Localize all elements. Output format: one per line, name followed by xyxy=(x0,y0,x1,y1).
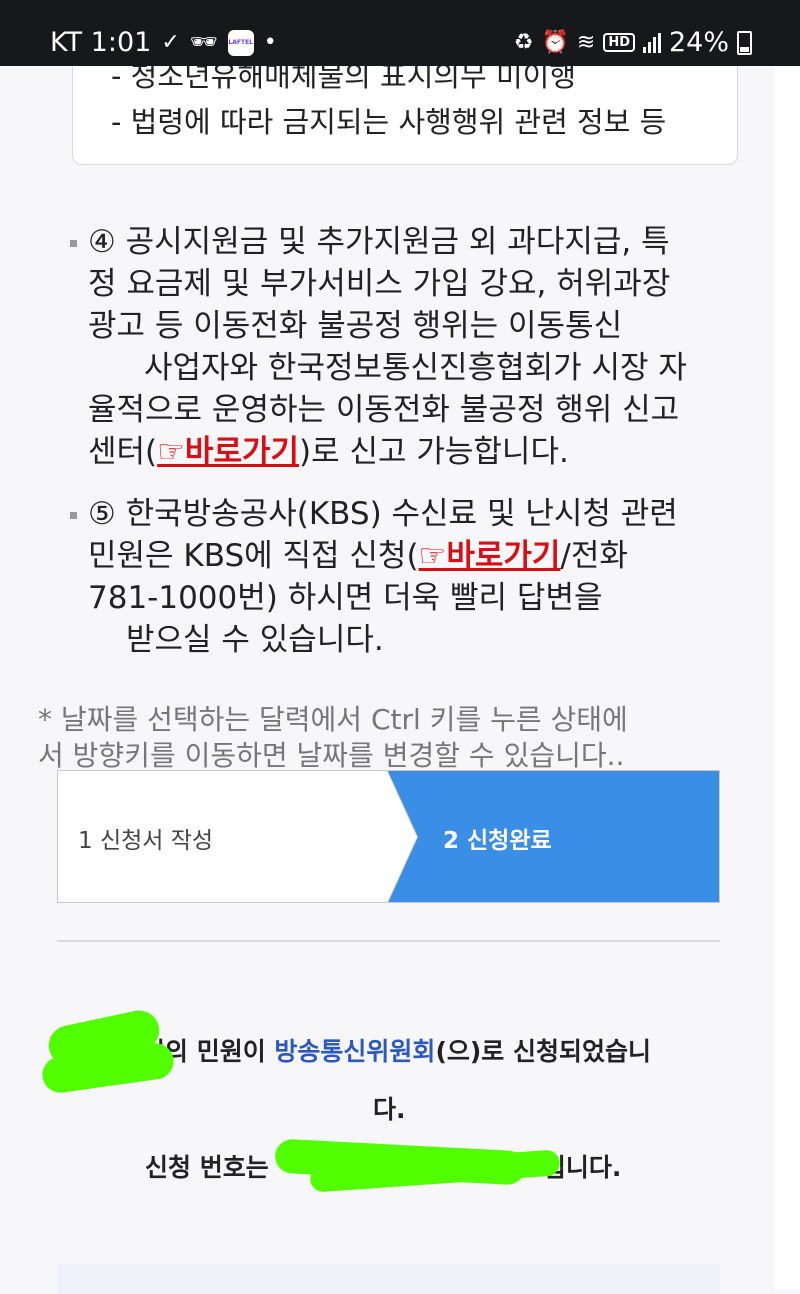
check-download-icon: ✓ xyxy=(161,29,180,55)
wifi-icon: ≋ xyxy=(576,29,596,55)
progress-steps: 1 신청서 작성 2 신청완료 xyxy=(57,770,720,903)
report-center-link[interactable]: ☞바로가기 xyxy=(157,434,299,470)
alarm-icon: ⏰ xyxy=(541,29,569,55)
bottom-panel xyxy=(57,1264,720,1294)
kbs-link[interactable]: ☞바로가기 xyxy=(419,538,561,574)
result-line-2: 다. xyxy=(373,1095,406,1124)
notice-5-line-2-prefix: 민원은 KBS에 직접 신청( xyxy=(88,538,419,574)
status-bar-right: ♻ ⏰ ≋ HD 24% xyxy=(514,27,752,58)
laftel-app-icon: LAFTEL xyxy=(227,29,254,56)
carrier-time: KT 1:01 xyxy=(50,27,152,58)
scroll-edge xyxy=(775,66,800,1289)
notice-4-line-4: 사업자와 한국정보통신진흥협회가 시장 자 xyxy=(144,350,687,386)
bullet-icon xyxy=(70,240,77,247)
notice-5-line-4: 받으실 수 있습니다. xyxy=(126,622,384,658)
notice-5-line-2-suffix: /전화 xyxy=(560,538,628,574)
notice-4-line-6-suffix: )로 신고 가능합니다. xyxy=(299,434,569,470)
result-line-1-suffix: (으)로 신청되었습니 xyxy=(435,1037,651,1066)
calendar-hint-line-1: * 날짜를 선택하는 달력에서 Ctrl 키를 누른 상태에 xyxy=(38,703,628,736)
notice-4-line-6: 센터(☞바로가기)로 신고 가능합니다. xyxy=(88,432,569,472)
bullet-icon xyxy=(70,512,77,519)
step-2-complete: 2 신청완료 xyxy=(443,828,552,854)
status-bar-left: KT 1:01 ✓ 🕶 LAFTEL • xyxy=(50,27,277,58)
incognito-icon: 🕶 xyxy=(189,29,218,55)
notice-4-line-5: 율적으로 운영하는 이동전화 불공정 행위 신고 xyxy=(88,392,680,428)
calendar-hint-line-2: 서 방향키를 이동하면 날짜를 변경할 수 있습니다.. xyxy=(38,739,625,772)
hd-voice-icon: HD xyxy=(603,33,635,52)
result-line-3-prefix: 신청 번호는 xyxy=(145,1153,269,1182)
notice-5-line-1: ⑤ 한국방송공사(KBS) 수신료 및 난시청 관련 xyxy=(88,496,678,532)
notice-4-line-1: ④ 공시지원금 및 추가지원금 외 과다지급, 특 xyxy=(88,224,670,260)
signal-icon xyxy=(642,32,661,53)
battery-icon xyxy=(737,30,752,55)
recycle-icon: ♻ xyxy=(513,29,534,55)
agency-name: 방송통신위원회 xyxy=(274,1037,436,1066)
notice-4-line-6-prefix: 센터( xyxy=(88,434,158,470)
status-bar: KT 1:01 ✓ 🕶 LAFTEL • ♻ ⏰ ≋ HD 24% xyxy=(0,0,800,66)
battery-percent: 24% xyxy=(668,27,729,58)
step-2-background xyxy=(388,771,719,902)
notice-4-line-3: 광고 등 이동전화 불공정 행위는 이동통신 xyxy=(88,308,623,344)
chevron-divider-inner xyxy=(387,771,417,902)
divider xyxy=(57,940,720,942)
notice-5-line-2: 민원은 KBS에 직접 신청(☞바로가기/전화 xyxy=(88,536,628,576)
notice-5-line-3: 781-1000번) 하시면 더욱 빨리 답변을 xyxy=(88,580,603,616)
box-line-2: - 법령에 따라 금지되는 사행행위 관련 정보 등 xyxy=(111,105,667,139)
more-dot-icon: • xyxy=(263,29,277,55)
result-line-1: 님의 민원이 방송통신위원회(으)로 신청되었습니 xyxy=(142,1032,651,1068)
step-1-write-application: 1 신청서 작성 xyxy=(78,828,214,854)
notice-4-line-2: 정 요금제 및 부가서비스 가입 강요, 허위과장 xyxy=(88,266,671,302)
